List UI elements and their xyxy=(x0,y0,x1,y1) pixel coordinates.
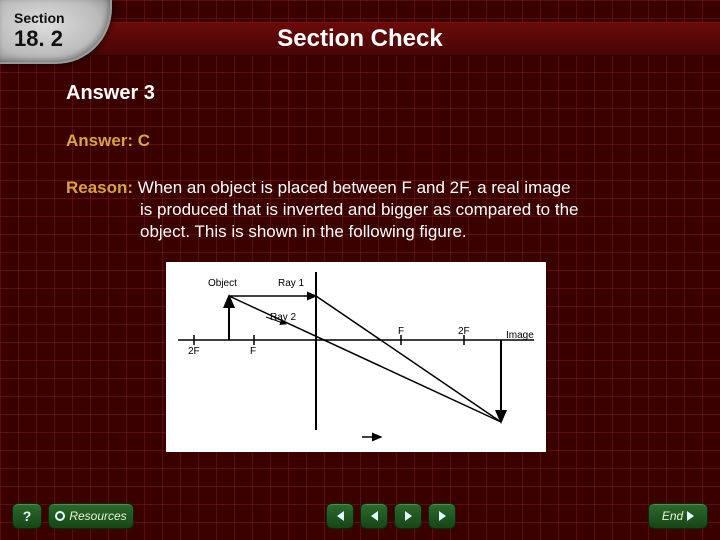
answer-value: C xyxy=(133,131,150,150)
end-label: End xyxy=(662,509,683,523)
answer-label: Answer: xyxy=(66,131,133,150)
reason-line-3: object. This is shown in the following f… xyxy=(140,221,680,243)
label-object: Object xyxy=(208,278,237,289)
prev-button[interactable] xyxy=(360,503,388,529)
help-button[interactable]: ? xyxy=(12,503,42,529)
reason-line-1: When an object is placed between F and 2… xyxy=(133,178,571,197)
first-button[interactable] xyxy=(326,503,354,529)
label-right-2f: 2F xyxy=(458,326,470,337)
resources-label: Resources xyxy=(69,509,126,523)
reason-line-2: is produced that is inverted and bigger … xyxy=(140,199,680,221)
resources-button[interactable]: Resources xyxy=(48,503,134,529)
help-icon: ? xyxy=(23,508,32,524)
page-title: Section Check xyxy=(277,25,442,53)
last-button[interactable] xyxy=(428,503,456,529)
label-ray2: Ray 2 xyxy=(270,312,297,323)
section-label: Section xyxy=(14,10,65,26)
first-icon xyxy=(337,511,344,521)
reason-label: Reason: xyxy=(66,178,133,197)
ray-diagram-svg: Object Ray 1 Ray 2 2F F F 2F Image xyxy=(166,262,546,452)
resources-icon xyxy=(55,511,65,521)
label-right-f: F xyxy=(398,326,404,337)
section-number: 18. 2 xyxy=(14,26,63,52)
last-icon xyxy=(439,511,446,521)
prev-icon xyxy=(371,511,378,521)
answer-line: Answer: C xyxy=(66,131,680,151)
content-area: Answer 3 Answer: C Reason: When an objec… xyxy=(66,82,680,243)
end-button[interactable]: End xyxy=(648,503,708,529)
label-image: Image xyxy=(506,330,534,341)
reason-block: Reason: When an object is placed between… xyxy=(66,177,680,243)
next-button[interactable] xyxy=(394,503,422,529)
label-left-f: F xyxy=(250,346,256,357)
ray-diagram-figure: Object Ray 1 Ray 2 2F F F 2F Image xyxy=(166,262,546,452)
next-icon xyxy=(405,511,412,521)
answer-heading: Answer 3 xyxy=(66,82,680,105)
end-icon xyxy=(687,511,694,521)
label-left-2f: 2F xyxy=(188,346,200,357)
label-ray1: Ray 1 xyxy=(278,278,305,289)
footer-bar: ? Resources End xyxy=(0,500,720,532)
